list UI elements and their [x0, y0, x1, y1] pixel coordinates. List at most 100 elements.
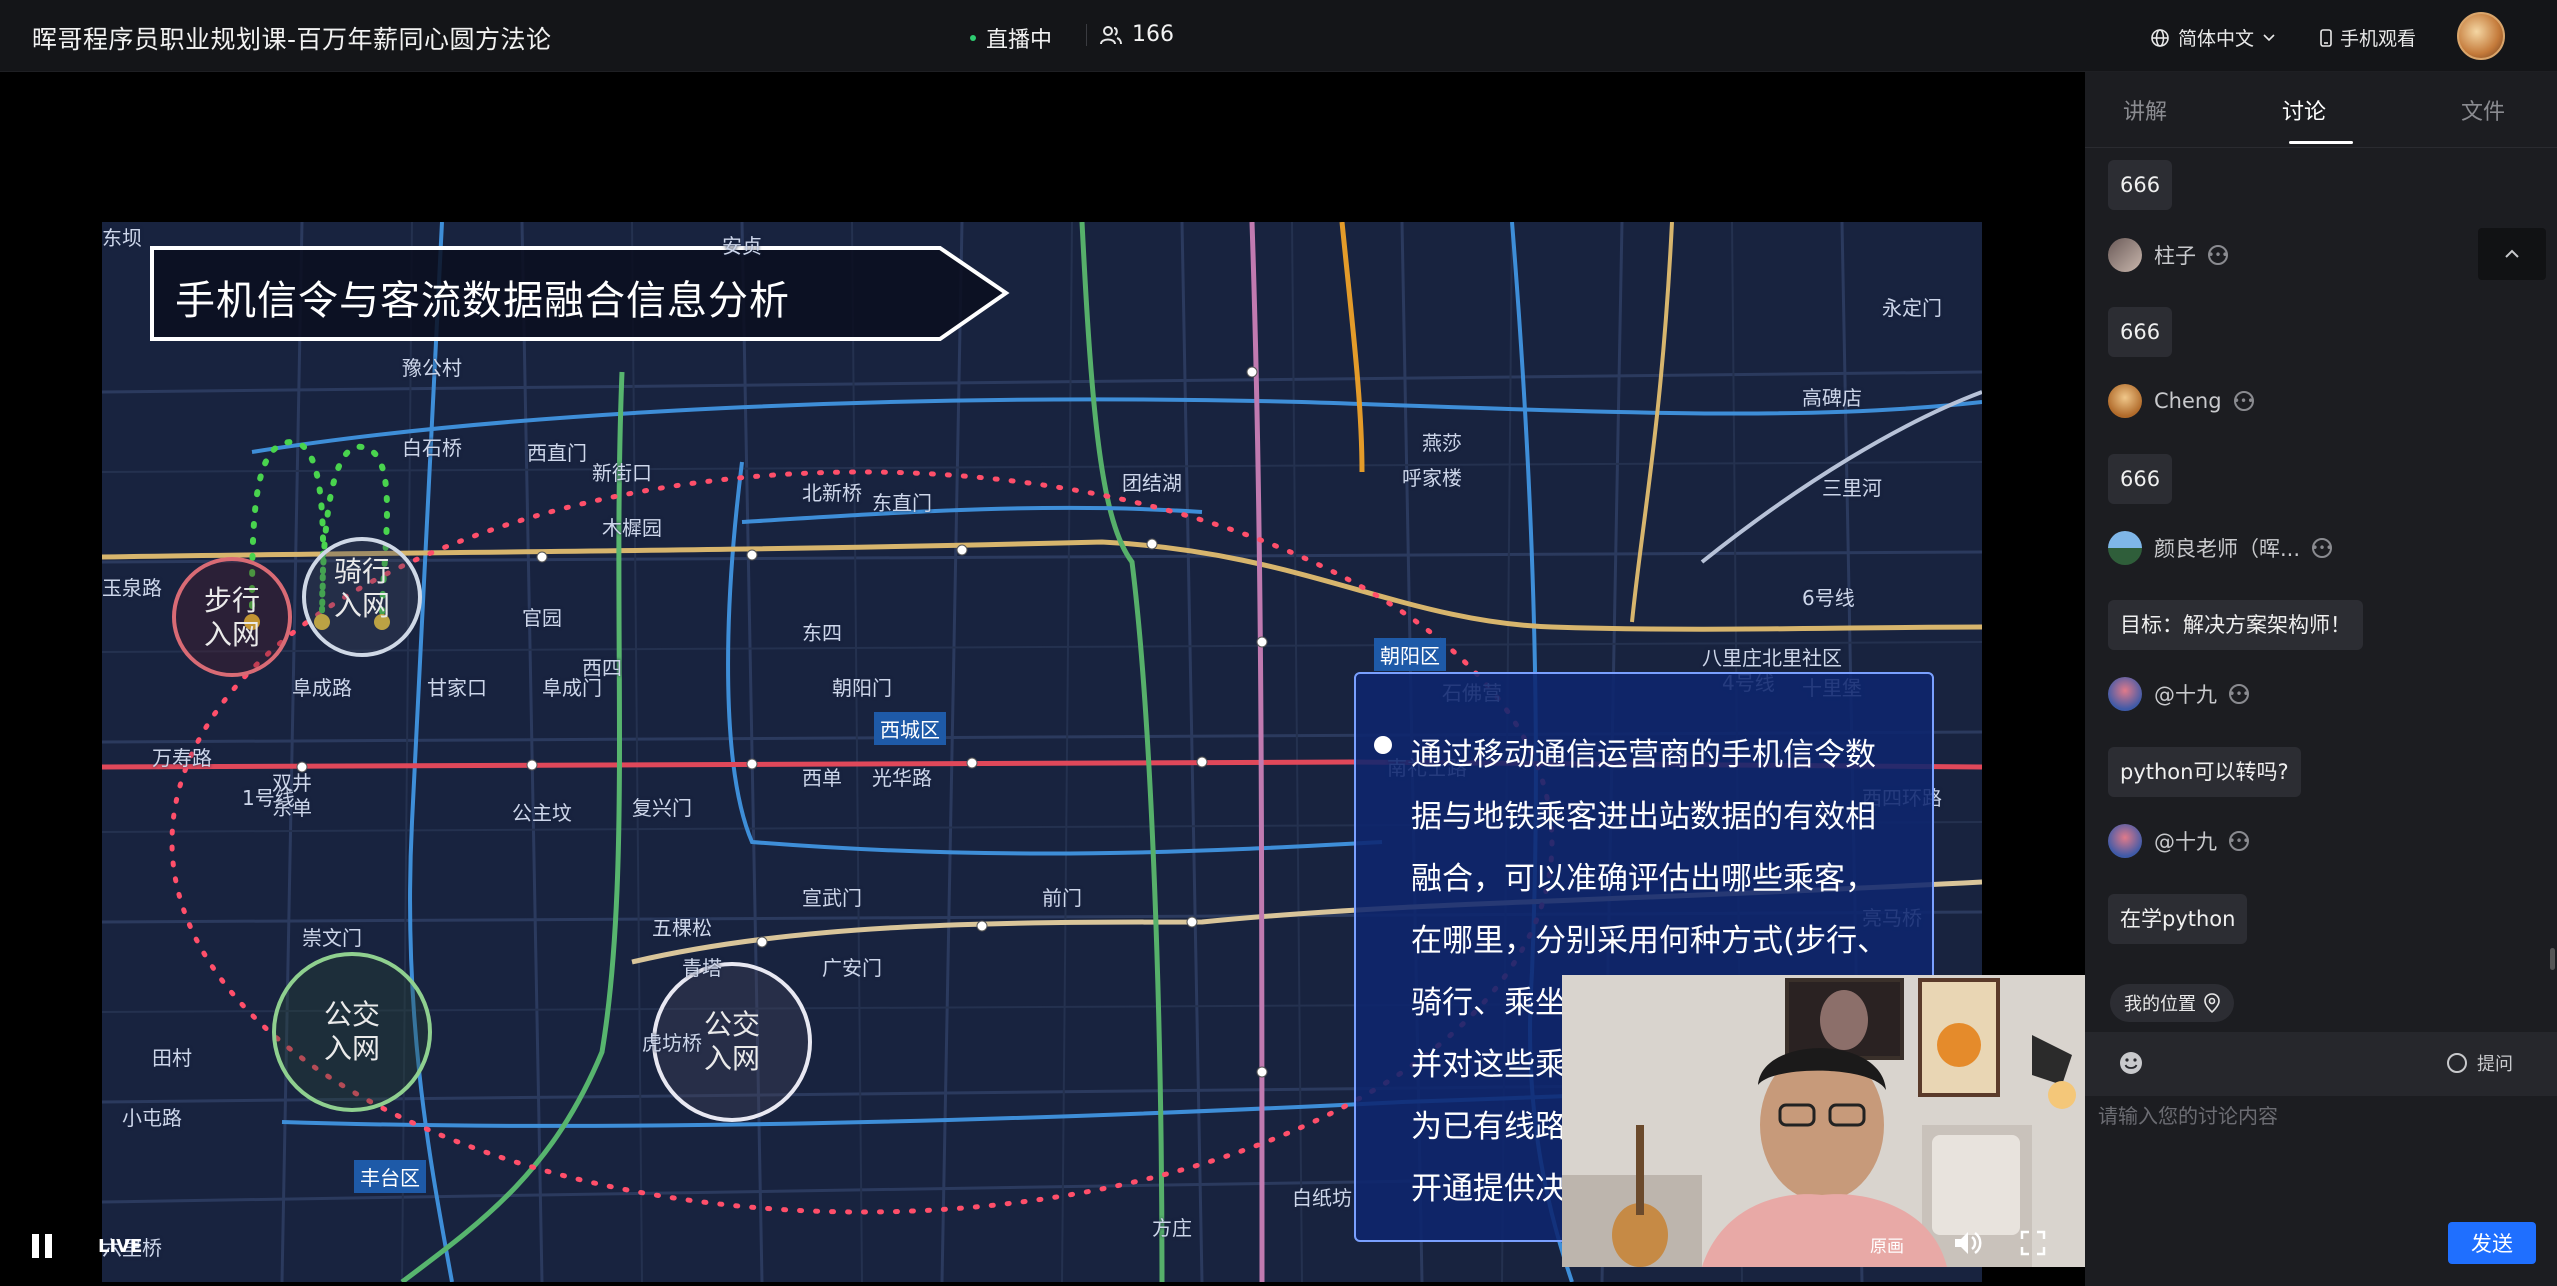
- message-text: 666: [2120, 173, 2161, 197]
- map-station-label: 阜成门: [542, 676, 602, 700]
- mobile-watch-label: 手机观看: [2340, 28, 2417, 50]
- author-avatar[interactable]: [2108, 677, 2142, 711]
- map-station-label: 甘家口: [427, 676, 487, 700]
- sidebar-tabs: 讲解 讨论 文件: [2085, 72, 2557, 148]
- mobile-watch-button[interactable]: 手机观看: [2320, 24, 2416, 51]
- emoji-icon[interactable]: [2118, 1050, 2144, 1076]
- scroll-to-top-button[interactable]: [2478, 228, 2546, 280]
- map-station-label: 官园: [522, 606, 562, 630]
- map-station-label: 朝阳门: [832, 676, 892, 700]
- map-station-label: 小屯路: [122, 1106, 182, 1130]
- map-station-label: 田村: [152, 1046, 192, 1070]
- people-icon: [1100, 25, 1122, 44]
- pause-icon-bar-right: [45, 1234, 52, 1258]
- bike-circle-text: 骑行 入网: [333, 555, 390, 622]
- tab-discussion[interactable]: 讨论: [2254, 94, 2354, 126]
- walk-circle-label: 步行 入网: [184, 584, 280, 652]
- active-tab-indicator: [2289, 141, 2353, 144]
- map-station-label: 三里河: [1822, 476, 1882, 500]
- author-name: @十九: [2154, 830, 2217, 854]
- message-text: 666: [2120, 320, 2161, 344]
- district-tag-fengtai: 丰台区: [354, 1160, 426, 1193]
- chevron-down-icon: [2263, 33, 2275, 41]
- map-station-label: 青塔: [682, 956, 722, 980]
- district-tag-chaoyang: 朝阳区: [1374, 638, 1446, 671]
- tab-files[interactable]: 文件: [2433, 94, 2533, 126]
- author-avatar[interactable]: [2108, 824, 2142, 858]
- message-bubble: 666: [2108, 307, 2173, 357]
- author-name: 颜良老师（晖...: [2154, 537, 2301, 561]
- ask-question-toggle[interactable]: 提问: [2447, 1050, 2513, 1076]
- location-label: 我的位置: [2124, 994, 2196, 1015]
- quality-label[interactable]: 原画: [1870, 1232, 1904, 1257]
- message-author: 颜良老师（晖... •••: [2108, 528, 2333, 568]
- map-station-label: 虎坊桥: [642, 1031, 702, 1055]
- viewer-count-text: 166: [1132, 22, 1174, 47]
- message-author: @十九 •••: [2108, 674, 2250, 714]
- my-location-button[interactable]: 我的位置: [2110, 984, 2234, 1022]
- map-station-label: 复兴门: [632, 796, 692, 820]
- message-bubble: 目标：解决方案架构师！: [2108, 600, 2363, 650]
- course-title: 晖哥程序员职业规划课-百万年薪同心圆方法论: [32, 25, 552, 54]
- slide-text-line-3: 融合，可以准确评估出哪些乘客，: [1411, 861, 1876, 897]
- live-indicator-dot: [970, 35, 976, 41]
- chat-scrollbar[interactable]: [2550, 948, 2555, 970]
- district-tag-xicheng: 西城区: [874, 712, 946, 745]
- bus-circle-text-1: 公交 入网: [323, 998, 380, 1065]
- volume-icon[interactable]: [1952, 1228, 1984, 1258]
- more-options-icon[interactable]: •••: [2311, 538, 2333, 558]
- message-bubble: python可以转吗?: [2108, 747, 2301, 797]
- slide-text-line-4: 在哪里，分别采用何种方式(步行、: [1411, 923, 1889, 959]
- map-station-label: 崇文门: [302, 926, 362, 950]
- message-text: 目标：解决方案架构师！: [2120, 613, 2351, 637]
- author-name: Cheng: [2154, 389, 2222, 413]
- map-station-label: 6号线: [1802, 586, 1855, 610]
- map-station-label: 双井: [272, 771, 312, 795]
- bus-circle-label-1: 公交 入网: [304, 998, 400, 1066]
- chevron-up-icon: [2505, 249, 2519, 258]
- author-name: 柱子: [2154, 244, 2196, 268]
- more-options-icon[interactable]: •••: [2228, 684, 2250, 704]
- map-station-label: 高碑店: [1802, 386, 1862, 410]
- map-station-label: 五棵松: [652, 916, 712, 940]
- slide-title-text: 手机信令与客流数据融合信息分析: [175, 278, 790, 324]
- user-avatar[interactable]: [2457, 12, 2505, 60]
- presenter-camera[interactable]: [1562, 975, 2085, 1267]
- author-avatar[interactable]: [2108, 531, 2142, 565]
- message-text: python可以转吗?: [2120, 760, 2289, 784]
- map-station-label: 西直门: [527, 441, 587, 465]
- message-author: @十九 •••: [2108, 821, 2250, 861]
- author-avatar[interactable]: [2108, 238, 2142, 272]
- more-options-icon[interactable]: •••: [2207, 245, 2229, 265]
- fullscreen-icon[interactable]: [2020, 1230, 2046, 1256]
- send-button[interactable]: 发送: [2448, 1222, 2536, 1264]
- pause-button[interactable]: [32, 1234, 54, 1260]
- message-author: Cheng •••: [2108, 381, 2254, 421]
- bike-circle-label: 骑行 入网: [314, 555, 410, 623]
- walk-circle-text: 步行 入网: [203, 584, 260, 651]
- map-station-label: 永定门: [1882, 296, 1942, 320]
- map-station-label: 东四: [802, 621, 842, 645]
- language-label: 简体中文: [2178, 28, 2255, 50]
- location-pin-icon: [2204, 993, 2220, 1013]
- tab-lecture[interactable]: 讲解: [2095, 94, 2195, 126]
- discussion-input[interactable]: [2098, 1100, 2548, 1210]
- top-bar: 晖哥程序员职业规划课-百万年薪同心圆方法论 直播中 166 简体中文 手机观看: [0, 0, 2557, 72]
- map-station-label: 木樨园: [602, 516, 662, 540]
- presenter-video-frame: [1562, 975, 2085, 1267]
- message-bubble: 666: [2108, 454, 2173, 504]
- message-bubble: 666: [2108, 160, 2173, 210]
- map-station-label: 广安门: [822, 956, 882, 980]
- slide-title-banner: 手机信令与客流数据融合信息分析: [150, 246, 1010, 341]
- author-avatar[interactable]: [2108, 384, 2142, 418]
- language-selector[interactable]: 简体中文: [2150, 24, 2276, 51]
- map-station-label: 呼家楼: [1402, 466, 1462, 490]
- live-label: LIVE: [98, 1236, 143, 1257]
- map-station-label: 公主坟: [512, 801, 572, 825]
- more-options-icon[interactable]: •••: [2228, 831, 2250, 851]
- map-station-label: 白纸坊: [1292, 1186, 1352, 1210]
- radio-circle-icon: [2447, 1053, 2467, 1073]
- more-options-icon[interactable]: •••: [2233, 391, 2254, 411]
- phone-icon: [2320, 28, 2332, 47]
- live-status-text: 直播中: [986, 28, 1053, 53]
